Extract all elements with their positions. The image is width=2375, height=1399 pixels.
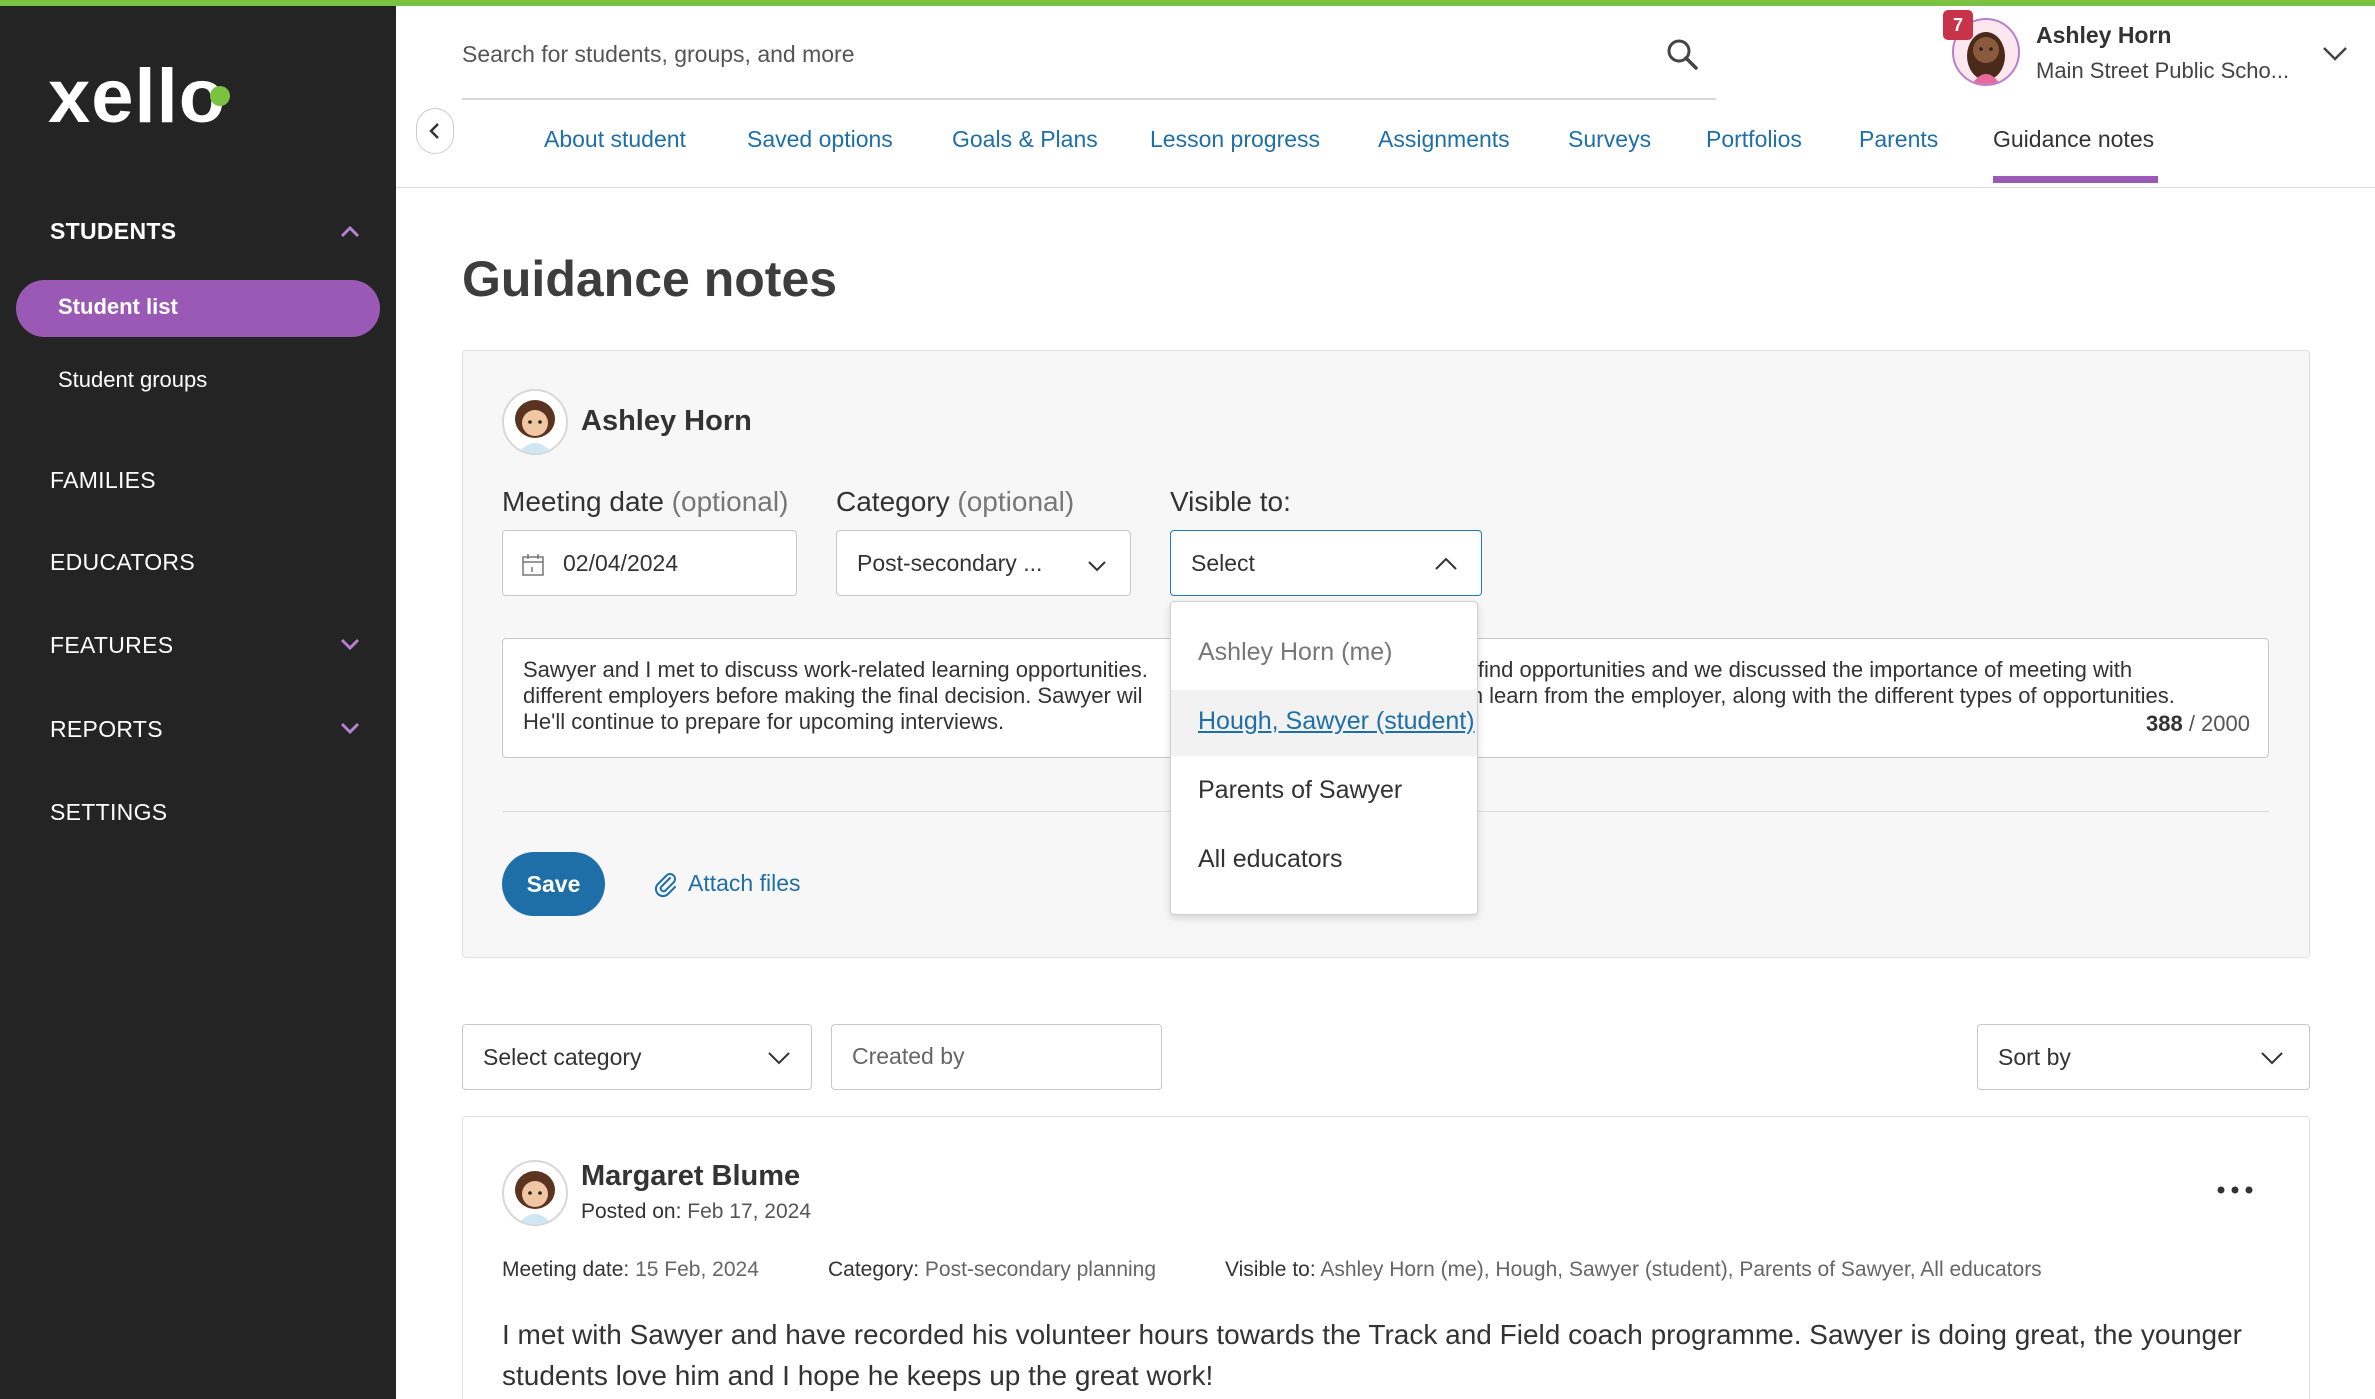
meeting-date-value: 02/04/2024 — [563, 550, 679, 576]
svg-text:xello: xello — [48, 54, 226, 136]
sidebar: xello STUDENTS Student list Student grou… — [0, 0, 396, 1399]
user-school: Main Street Public Scho... — [2036, 58, 2290, 83]
chevron-down-icon[interactable] — [334, 628, 366, 660]
search-input[interactable] — [462, 34, 1612, 74]
sidebar-section-educators[interactable]: EDUCATORS — [50, 549, 195, 576]
note-body: I met with Sawyer and have recorded his … — [502, 1319, 2243, 1391]
sort-by-select[interactable]: Sort by — [1977, 1024, 2310, 1090]
category-filter-value: Select category — [483, 1044, 642, 1070]
chevron-down-icon — [1088, 561, 1106, 572]
sidebar-section-reports[interactable]: REPORTS — [50, 716, 163, 743]
chevron-left-icon[interactable] — [417, 109, 453, 153]
form-author-name: Ashley Horn — [581, 405, 752, 437]
active-tab-indicator — [1993, 176, 2158, 183]
sort-by-value: Sort by — [1998, 1044, 2071, 1070]
search-icon[interactable] — [1664, 36, 1700, 72]
more-options-icon[interactable] — [2210, 1170, 2260, 1210]
visible-option-parents[interactable]: Parents of Sawyer — [1171, 759, 1477, 825]
category-label: Category (optional) — [836, 486, 1075, 517]
sidebar-item-student-groups[interactable]: Student groups — [58, 367, 207, 393]
chevron-down-icon[interactable] — [334, 712, 366, 744]
chevron-up-icon — [1435, 557, 1457, 570]
tab-portfolios[interactable]: Portfolios — [1706, 126, 1802, 153]
visible-option-student[interactable]: Hough, Sawyer (student) — [1171, 690, 1477, 756]
tab-about-student[interactable]: About student — [544, 126, 686, 153]
category-value: Post-secondary ... — [857, 550, 1043, 576]
global-search — [462, 22, 1716, 100]
visible-option-educators[interactable]: All educators — [1171, 828, 1477, 894]
created-by-filter[interactable] — [831, 1024, 1162, 1090]
calendar-icon — [522, 554, 544, 576]
user-menu[interactable]: 7 Ashley Horn Main Street Public Scho... — [1943, 10, 2362, 90]
note-author-name: Margaret Blume — [581, 1160, 801, 1192]
tab-guidance-notes[interactable]: Guidance notes — [1993, 126, 2154, 153]
note-visible-to: Visible to: Ashley Horn (me), Hough, Saw… — [1225, 1258, 2042, 1281]
note-meeting-date: Meeting date: 15 Feb, 2024 — [502, 1258, 759, 1281]
sidebar-section-features[interactable]: FEATURES — [50, 632, 173, 659]
top-accent-bar — [0, 0, 2375, 6]
sidebar-section-settings[interactable]: SETTINGS — [50, 799, 167, 826]
visible-to-value: Select — [1191, 550, 1255, 576]
attach-files-button[interactable]: Attach files — [652, 870, 801, 899]
tab-parents[interactable]: Parents — [1859, 126, 1938, 153]
category-select[interactable]: Post-secondary ... — [836, 530, 1131, 596]
note-category: Category: Post-secondary planning — [828, 1258, 1157, 1281]
tab-goals-plans[interactable]: Goals & Plans — [952, 126, 1098, 153]
chevron-down-icon — [2261, 1052, 2283, 1065]
page-title: Guidance notes — [462, 251, 838, 307]
note-posted-date: Posted on: Feb 17, 2024 — [581, 1200, 812, 1223]
tab-assignments[interactable]: Assignments — [1378, 126, 1510, 153]
avatar — [502, 389, 568, 455]
character-counter: 388 / 2000 — [2145, 711, 2250, 736]
created-by-input[interactable] — [852, 1043, 1132, 1070]
save-button[interactable]: Save — [502, 852, 605, 916]
chevron-down-icon[interactable] — [2318, 36, 2352, 70]
paperclip-icon — [654, 872, 676, 897]
category-filter[interactable]: Select category — [462, 1024, 812, 1090]
user-name: Ashley Horn — [2036, 22, 2172, 48]
tab-lesson-progress[interactable]: Lesson progress — [1150, 126, 1320, 153]
avatar — [502, 1160, 568, 1226]
meeting-date-field[interactable]: 02/04/2024 — [502, 530, 797, 596]
sidebar-section-families[interactable]: FAMILIES — [50, 467, 156, 494]
tab-saved-options[interactable]: Saved options — [747, 126, 893, 153]
visible-to-select[interactable]: Select — [1170, 530, 1482, 596]
sidebar-section-students[interactable]: STUDENTS — [50, 218, 176, 245]
sidebar-item-student-list[interactable]: Student list — [16, 280, 380, 337]
chevron-down-icon — [768, 1052, 790, 1065]
collapse-sidebar-button[interactable] — [416, 108, 454, 154]
tab-surveys[interactable]: Surveys — [1568, 126, 1651, 153]
chevron-up-icon[interactable] — [334, 216, 366, 248]
visible-to-label: Visible to: — [1170, 486, 1291, 517]
visible-to-dropdown: Ashley Horn (me) Hough, Sawyer (student)… — [1170, 601, 1478, 915]
xello-logo[interactable]: xello — [48, 52, 258, 139]
notification-badge[interactable]: 7 — [1943, 10, 1973, 40]
visible-option-me: Ashley Horn (me) — [1198, 638, 1393, 666]
meeting-date-label: Meeting date (optional) — [502, 486, 789, 517]
